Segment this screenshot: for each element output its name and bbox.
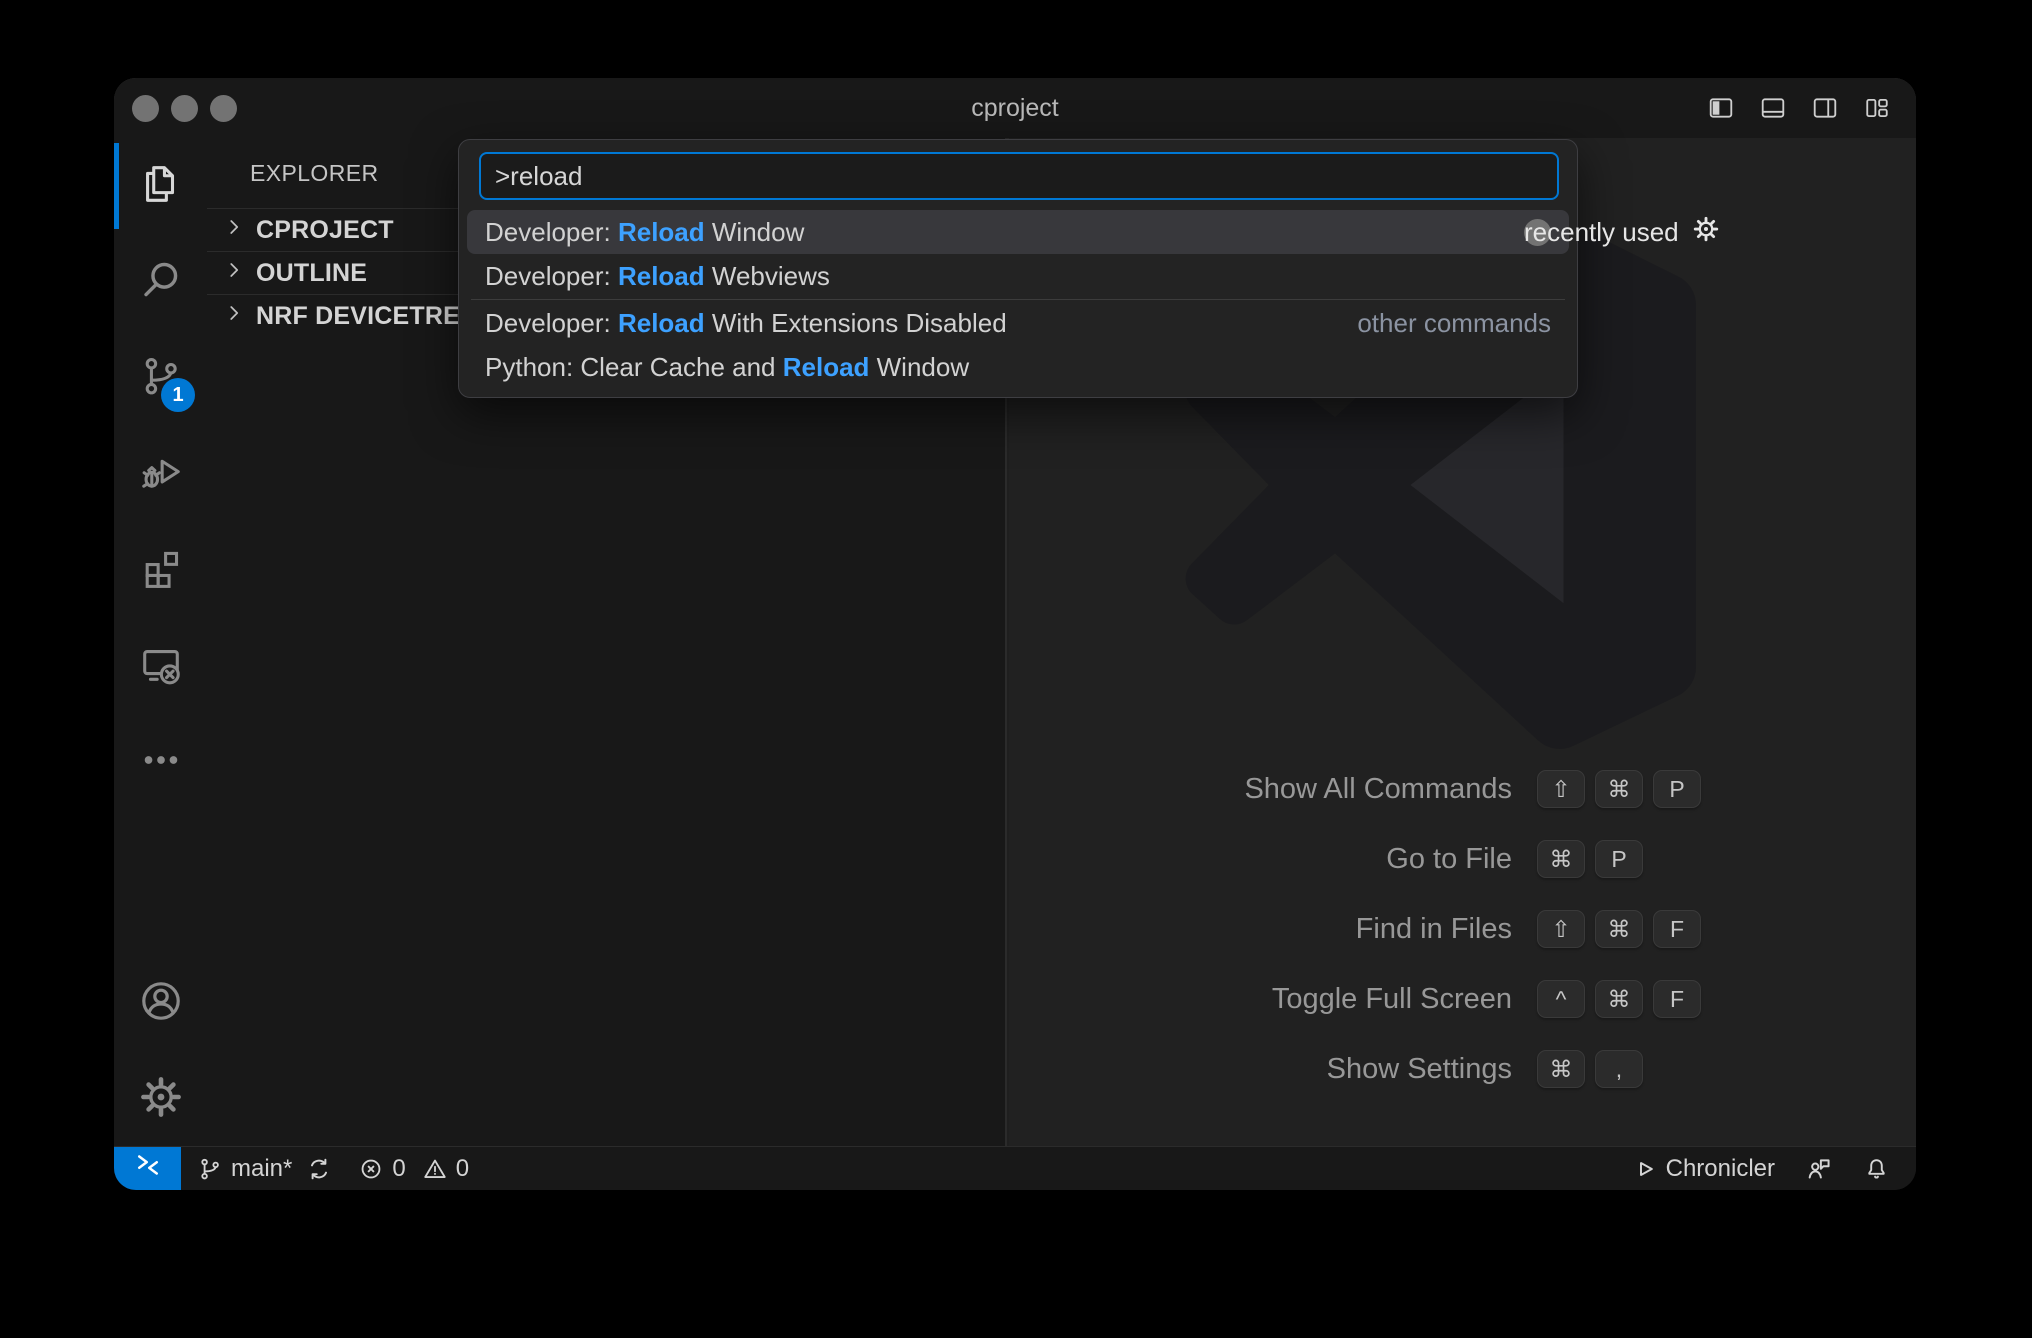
problems-status-item[interactable]: 0 0 bbox=[358, 1155, 469, 1183]
shortcut-keys: ⇧ ⌘ F bbox=[1537, 910, 1717, 948]
sidebar-item-extensions[interactable] bbox=[114, 522, 207, 618]
remote-explorer-icon bbox=[138, 641, 184, 692]
configure-keybinding-icon[interactable] bbox=[1691, 214, 1721, 251]
sidebar-item-remote-explorer[interactable] bbox=[114, 618, 207, 714]
feedback-icon bbox=[1805, 1155, 1833, 1183]
palette-row-separator bbox=[471, 299, 1565, 300]
sidebar-item-source-control[interactable]: 1 bbox=[114, 330, 207, 426]
activity-bar: 1 bbox=[114, 138, 207, 1147]
shortcut-label: Show Settings bbox=[952, 1053, 1512, 1086]
shortcut-label: Find in Files bbox=[952, 913, 1512, 946]
keycap: ^ bbox=[1537, 980, 1585, 1018]
scm-changes-badge: 1 bbox=[161, 378, 195, 412]
editor-watermark-shortcuts: Show All Commands⇧⌘PGo to File⌘PFind in … bbox=[952, 754, 1722, 1104]
section-label: NRF DEVICETREE bbox=[256, 302, 477, 331]
command-label: Developer: Reload With Extensions Disabl… bbox=[485, 308, 1007, 339]
section-label: CPROJECT bbox=[256, 216, 394, 245]
search-icon bbox=[138, 257, 184, 308]
toggle-secondary-sidebar-icon[interactable] bbox=[1810, 95, 1840, 121]
play-icon bbox=[1632, 1156, 1658, 1182]
shortcut-label: Show All Commands bbox=[952, 773, 1512, 806]
bell-icon bbox=[1863, 1155, 1890, 1182]
row-right-label: other commands bbox=[1357, 308, 1551, 339]
more-ellipsis-icon bbox=[138, 737, 184, 788]
settings-button[interactable] bbox=[114, 1051, 207, 1147]
chevron-right-icon bbox=[223, 259, 245, 288]
keycap: P bbox=[1653, 770, 1701, 808]
keycap: , bbox=[1595, 1050, 1643, 1088]
keycap: ⌘ bbox=[1595, 980, 1643, 1018]
status-bar: main* 0 0 bbox=[114, 1146, 1916, 1190]
command-label: Developer: Reload Webviews bbox=[485, 261, 830, 292]
error-icon bbox=[358, 1156, 384, 1182]
title-bar: cproject bbox=[114, 78, 1916, 139]
sidebar-item-explorer[interactable] bbox=[114, 138, 207, 234]
gear-icon bbox=[137, 1073, 185, 1126]
shortcut-row: Show Settings ⌘, bbox=[952, 1034, 1722, 1104]
error-count: 0 bbox=[392, 1155, 405, 1183]
chevron-right-icon bbox=[223, 302, 245, 331]
shortcut-row: Go to File⌘P bbox=[952, 824, 1722, 894]
warning-count: 0 bbox=[456, 1155, 469, 1183]
shortcut-row: Toggle Full Screen ^ ⌘ F bbox=[952, 964, 1722, 1034]
notifications-button[interactable] bbox=[1863, 1155, 1890, 1182]
command-palette-list: Developer: Reload Windowrecently usedDev… bbox=[459, 200, 1577, 397]
account-icon bbox=[137, 977, 185, 1030]
keycap: ⇧ bbox=[1537, 770, 1585, 808]
keycap: ⌘ bbox=[1537, 840, 1585, 878]
keycap: ⌘ bbox=[1537, 1050, 1585, 1088]
keycap: ⌘ bbox=[1595, 770, 1643, 808]
task-label: Chronicler bbox=[1666, 1155, 1775, 1183]
git-branch-icon bbox=[197, 1156, 223, 1182]
sidebar-item-run-and-debug[interactable] bbox=[114, 426, 207, 522]
shortcut-keys: ^ ⌘ F bbox=[1537, 980, 1717, 1018]
branch-name: main* bbox=[231, 1155, 292, 1183]
branch-status-item[interactable]: main* bbox=[197, 1155, 332, 1183]
toggle-panel-icon[interactable] bbox=[1758, 95, 1788, 121]
command-label: Python: Clear Cache and Reload Window bbox=[485, 352, 969, 383]
files-icon bbox=[138, 161, 184, 212]
sidebar-item-more[interactable] bbox=[114, 714, 207, 810]
task-status-item[interactable]: Chronicler bbox=[1632, 1155, 1775, 1183]
sidebar-item-search[interactable] bbox=[114, 234, 207, 330]
toggle-primary-sidebar-icon[interactable] bbox=[1706, 95, 1736, 121]
feedback-button[interactable] bbox=[1805, 1155, 1833, 1183]
command-label: Developer: Reload Window bbox=[485, 217, 804, 248]
shortcut-label: Toggle Full Screen bbox=[952, 983, 1512, 1016]
vscode-window: cproject bbox=[114, 78, 1916, 1190]
keycap: ⇧ bbox=[1537, 910, 1585, 948]
customize-layout-icon[interactable] bbox=[1862, 95, 1892, 121]
command-palette: Developer: Reload Windowrecently usedDev… bbox=[458, 139, 1578, 398]
palette-row[interactable]: Python: Clear Cache and Reload Window bbox=[467, 345, 1569, 389]
extensions-icon bbox=[138, 545, 184, 596]
shortcut-row: Show All Commands ⇧ ⌘ P bbox=[952, 754, 1722, 824]
keycap: F bbox=[1653, 910, 1701, 948]
palette-row[interactable]: Developer: Reload With Extensions Disabl… bbox=[467, 301, 1569, 345]
account-button[interactable] bbox=[114, 955, 207, 1051]
window-title: cproject bbox=[114, 78, 1916, 138]
palette-row[interactable]: Developer: Reload Webviews bbox=[467, 254, 1569, 298]
shortcut-keys: ⌘P bbox=[1537, 840, 1717, 878]
warning-icon bbox=[422, 1156, 448, 1182]
shortcut-keys: ⇧ ⌘ P bbox=[1537, 770, 1717, 808]
sync-icon bbox=[306, 1156, 332, 1182]
shortcut-row: Find in Files ⇧ ⌘ F bbox=[952, 894, 1722, 964]
chevron-right-icon bbox=[223, 216, 245, 245]
remote-indicator[interactable] bbox=[114, 1147, 181, 1190]
keycap: P bbox=[1595, 840, 1643, 878]
section-label: OUTLINE bbox=[256, 259, 367, 288]
command-palette-input[interactable] bbox=[479, 152, 1559, 200]
row-right-label: recently used bbox=[1524, 217, 1679, 248]
shortcut-label: Go to File bbox=[952, 843, 1512, 876]
remote-icon bbox=[133, 1150, 163, 1187]
keycap: ⌘ bbox=[1595, 910, 1643, 948]
keycap: F bbox=[1653, 980, 1701, 1018]
shortcut-keys: ⌘, bbox=[1537, 1050, 1717, 1088]
run-debug-icon bbox=[138, 449, 184, 500]
palette-row[interactable]: Developer: Reload Windowrecently used bbox=[467, 210, 1569, 254]
